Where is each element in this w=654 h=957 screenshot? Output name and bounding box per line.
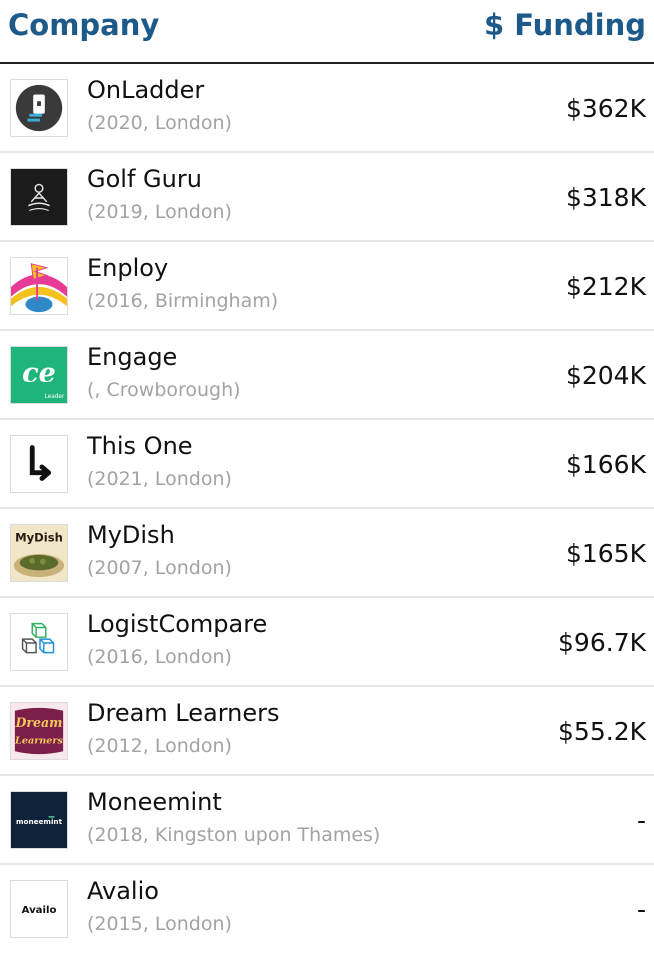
company-row[interactable]: Dream Learners Dream Learners (2012, Lon… bbox=[0, 687, 654, 776]
company-name[interactable]: This One bbox=[87, 432, 193, 460]
company-row[interactable]: MyDish MyDish (2007, London) $165K bbox=[0, 509, 654, 598]
company-meta: (2018, Kingston upon Thames) bbox=[87, 824, 381, 846]
mydish-logo-text: MyDish bbox=[15, 530, 63, 544]
dream-learners-logo: Dream Learners bbox=[10, 702, 68, 760]
company-meta: (, Crowborough) bbox=[87, 379, 241, 401]
funding-value: $55.2K bbox=[558, 717, 646, 746]
company-meta: (2019, London) bbox=[87, 201, 232, 223]
funding-value: $362K bbox=[565, 94, 646, 123]
funding-value: $96.7K bbox=[558, 628, 646, 657]
moneemint-logo-text: moneemint bbox=[16, 817, 63, 826]
company-meta: (2012, London) bbox=[87, 735, 232, 757]
company-row[interactable]: ce Leader Engage (, Crowborough) $204K bbox=[0, 331, 654, 420]
company-row[interactable]: Golf Guru (2019, London) $318K bbox=[0, 153, 654, 242]
funding-value: $318K bbox=[565, 183, 646, 212]
enploy-logo bbox=[10, 257, 68, 315]
company-row[interactable]: LogistCompare (2016, London) $96.7K bbox=[0, 598, 654, 687]
company-row[interactable]: OnLadder (2020, London) $362K bbox=[0, 64, 654, 153]
company-name[interactable]: LogistCompare bbox=[87, 610, 267, 638]
logistcompare-logo bbox=[10, 613, 68, 671]
company-name[interactable]: Moneemint bbox=[87, 788, 222, 816]
company-meta: (2020, London) bbox=[87, 112, 232, 134]
onladder-logo bbox=[10, 79, 68, 137]
company-meta: (2016, London) bbox=[87, 646, 232, 668]
table-header: Company $ Funding bbox=[0, 0, 654, 64]
company-row[interactable]: moneemint Moneemint (2018, Kingston upon… bbox=[0, 776, 654, 865]
company-name[interactable]: Engage bbox=[87, 343, 177, 371]
funding-value: - bbox=[636, 895, 646, 924]
company-name[interactable]: Golf Guru bbox=[87, 165, 202, 193]
avalio-logo: Availo bbox=[10, 880, 68, 938]
company-column-header[interactable]: Company bbox=[8, 8, 159, 42]
moneemint-logo: moneemint bbox=[10, 791, 68, 849]
company-row[interactable]: This One (2021, London) $166K bbox=[0, 420, 654, 509]
mydish-logo: MyDish bbox=[10, 524, 68, 582]
golf-guru-logo bbox=[10, 168, 68, 226]
company-meta: (2007, London) bbox=[87, 557, 232, 579]
funding-value: $204K bbox=[565, 361, 646, 390]
company-name[interactable]: Avalio bbox=[87, 877, 159, 905]
company-meta: (2021, London) bbox=[87, 468, 232, 490]
this-one-logo bbox=[10, 435, 68, 493]
company-name[interactable]: MyDish bbox=[87, 521, 175, 549]
svg-text:ce: ce bbox=[22, 358, 56, 389]
engage-logo-text: Leader bbox=[45, 394, 65, 400]
company-name[interactable]: Enploy bbox=[87, 254, 168, 282]
company-row[interactable]: Enploy (2016, Birmingham) $212K bbox=[0, 242, 654, 331]
funding-value: - bbox=[636, 806, 646, 835]
avalio-logo-text: Availo bbox=[22, 905, 57, 916]
funding-value: $212K bbox=[565, 272, 646, 301]
company-name[interactable]: OnLadder bbox=[87, 76, 204, 104]
funding-value: $165K bbox=[565, 539, 646, 568]
svg-text:Learners: Learners bbox=[14, 736, 63, 747]
company-list: OnLadder (2020, London) $362K Golf Guru … bbox=[0, 64, 654, 954]
company-meta: (2016, Birmingham) bbox=[87, 290, 279, 312]
funding-value: $166K bbox=[565, 450, 646, 479]
company-name[interactable]: Dream Learners bbox=[87, 699, 280, 727]
engage-logo: ce Leader bbox=[10, 346, 68, 404]
company-row[interactable]: Availo Avalio (2015, London) - bbox=[0, 865, 654, 954]
company-meta: (2015, London) bbox=[87, 913, 232, 935]
funding-column-header[interactable]: $ Funding bbox=[484, 8, 646, 42]
svg-text:Dream: Dream bbox=[15, 715, 63, 730]
